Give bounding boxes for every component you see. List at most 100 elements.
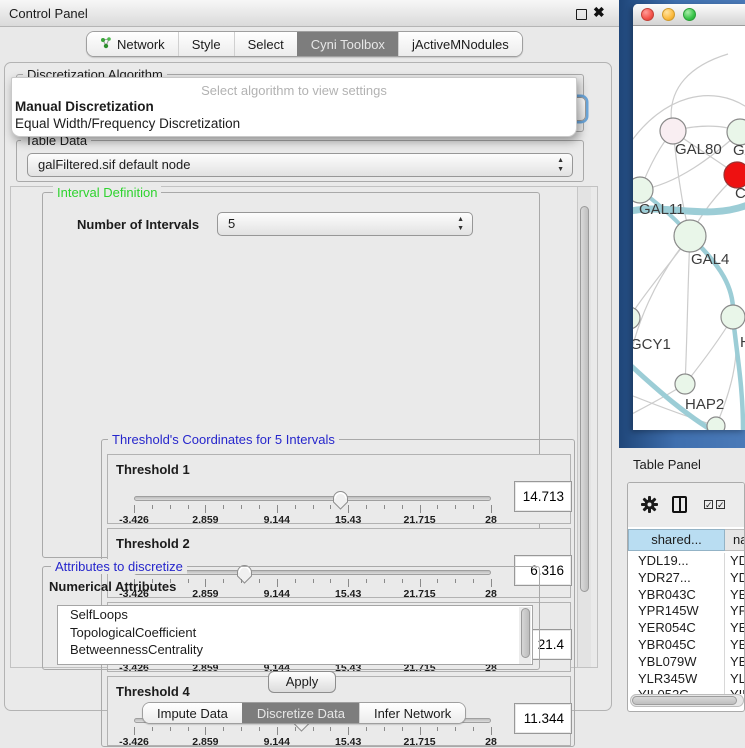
cell-name: YPR1 xyxy=(725,603,745,620)
cell-shared-name: YPR145W xyxy=(628,603,725,620)
minimize-traffic-light[interactable] xyxy=(662,8,675,21)
gear-icon[interactable] xyxy=(640,495,659,514)
node-label: H xyxy=(740,334,745,351)
interval-definition-title: Interval Definition xyxy=(53,185,161,200)
interval-definition-group: Interval Definition Number of Intervals … xyxy=(42,192,540,558)
numerical-attributes-label: Numerical Attributes xyxy=(49,579,176,594)
apply-button[interactable]: Apply xyxy=(268,671,336,693)
list-item-selfloops[interactable]: SelfLoops xyxy=(58,606,532,624)
algorithm-dropdown-popup: Select algorithm to view settings Manual… xyxy=(11,77,577,137)
show-columns-icon[interactable] xyxy=(672,496,687,513)
node-label: GCY1 xyxy=(633,336,671,353)
table-row[interactable]: YBR045CYBR0 xyxy=(628,637,745,654)
table-panel: Table Panel ✓ ✓ shared... xyxy=(619,448,745,745)
tab-cyni-toolbox[interactable]: Cyni Toolbox xyxy=(297,32,398,56)
scrollbar-thumb[interactable] xyxy=(521,608,530,658)
numerical-attributes-list[interactable]: SelfLoopsTopologicalCoefficientBetweenne… xyxy=(57,605,533,665)
node-label: GAL4 xyxy=(691,251,729,268)
table-row[interactable]: YDR27...YDR2 xyxy=(628,570,745,587)
slider-tick-labels: -3.4262.8599.14415.4321.71528 xyxy=(134,736,491,748)
table-row[interactable]: YIL052CYIL0 xyxy=(628,687,745,694)
node-label: GAL11 xyxy=(639,201,685,218)
node-label: C xyxy=(735,185,745,202)
algorithm-placeholder: Select algorithm to view settings xyxy=(12,78,576,98)
cell-name: YBR0 xyxy=(725,587,745,604)
control-panel-titlebar: Control Panel ✖ xyxy=(0,0,619,27)
tab-label: Discretize Data xyxy=(257,706,345,721)
cell-shared-name: YIL052C xyxy=(628,687,725,694)
list-vertical-scrollbar[interactable] xyxy=(519,607,531,665)
close-traffic-light[interactable] xyxy=(641,8,654,21)
table-row[interactable]: YPR145WYPR1 xyxy=(628,603,745,620)
node-table: ✓ ✓ shared... na YDL19...YDL1YDR27...YDR… xyxy=(627,482,745,712)
network-window-titlebar[interactable] xyxy=(633,4,745,26)
scrollbar-thumb[interactable] xyxy=(580,206,589,592)
tab-label: Infer Network xyxy=(374,706,451,721)
table-toolbar: ✓ ✓ xyxy=(628,483,745,527)
algorithm-options: Manual DiscretizationEqual Width/Frequen… xyxy=(12,98,576,132)
network-node-gal11[interactable] xyxy=(633,177,653,203)
table-data-group: Table Data galFiltered.sif default node … xyxy=(16,140,584,182)
table-row[interactable]: YLR345WYLR3 xyxy=(628,671,745,688)
checkbox-icon[interactable]: ✓ xyxy=(704,500,713,509)
number-of-intervals-combobox[interactable]: 5 ▲▼ xyxy=(217,212,473,236)
threshold-value-field[interactable] xyxy=(514,481,572,512)
slider-tick-labels: -3.4262.8599.14415.4321.71528 xyxy=(134,514,491,526)
table-row[interactable]: YER054CYER0 xyxy=(628,620,745,637)
close-icon[interactable]: ✖ xyxy=(593,4,605,21)
table-row[interactable]: YBR043CYBR0 xyxy=(628,587,745,604)
scrollbar-thumb[interactable] xyxy=(632,696,737,705)
threshold-value-field[interactable] xyxy=(514,703,572,734)
network-node[interactable] xyxy=(707,417,725,430)
table-data-value: galFiltered.sif default node xyxy=(38,157,190,172)
tab-network[interactable]: Network xyxy=(87,32,178,56)
cyni-bottom-tabs: Impute Data Discretize Data Infer Network xyxy=(142,702,466,724)
table-row[interactable]: YDL19...YDL1 xyxy=(628,553,745,570)
cell-shared-name: YDL19... xyxy=(628,553,725,570)
slider-track[interactable] xyxy=(134,496,491,501)
list-item-topologicalcoefficient[interactable]: TopologicalCoefficient xyxy=(58,624,532,642)
column-header-name[interactable]: na xyxy=(725,529,745,551)
cell-name: YDR2 xyxy=(725,570,745,587)
network-canvas[interactable]: GAL80GACGAL11GAL4GCY1HHAP2 xyxy=(633,26,745,430)
slider-ticks xyxy=(134,727,491,736)
combo-stepper-icon: ▲▼ xyxy=(457,215,464,233)
checkbox-icon[interactable]: ✓ xyxy=(716,500,725,509)
network-node-h[interactable] xyxy=(721,305,745,329)
algorithm-option-manual-discretization[interactable]: Manual Discretization xyxy=(12,98,576,115)
table-row[interactable]: YBL079WYBL0 xyxy=(628,654,745,671)
float-window-icon[interactable] xyxy=(576,9,587,20)
table-data-combobox[interactable]: galFiltered.sif default node ▲▼ xyxy=(27,153,573,177)
node-label: GA xyxy=(733,142,745,159)
column-header-shared-name[interactable]: shared... xyxy=(628,529,725,551)
node-label: GAL80 xyxy=(675,141,722,158)
tab-label: Network xyxy=(117,37,165,52)
network-icon xyxy=(100,37,112,52)
cell-name: YBR0 xyxy=(725,637,745,654)
control-panel-tabs: Network StyleSelectCyni ToolboxjActiveMNo… xyxy=(86,31,523,57)
tab-select[interactable]: Select xyxy=(234,32,297,56)
tab-label: Impute Data xyxy=(157,706,228,721)
network-node-hap2[interactable] xyxy=(675,374,695,394)
table-header: shared... na xyxy=(628,529,745,551)
tab-discretize-data[interactable]: Discretize Data xyxy=(242,703,359,723)
tab-impute-data[interactable]: Impute Data xyxy=(143,703,242,723)
tab-style[interactable]: Style xyxy=(178,32,234,56)
tab-jactivemnodules[interactable]: jActiveMNodules xyxy=(398,32,522,56)
algorithm-option-equal-width-frequency-discretization[interactable]: Equal Width/Frequency Discretization xyxy=(12,115,576,132)
tab-infer-network[interactable]: Infer Network xyxy=(359,703,465,723)
cell-shared-name: YBR043C xyxy=(628,587,725,604)
attributes-group-title: Attributes to discretize xyxy=(51,559,187,574)
settings-vertical-scrollbar[interactable] xyxy=(577,187,591,667)
table-horizontal-scrollbar[interactable] xyxy=(630,694,744,707)
threshold-row: Threshold 1 -3.4262.8599.14415.4321.7152… xyxy=(107,454,571,524)
zoom-traffic-light[interactable] xyxy=(683,8,696,21)
cell-name: YER0 xyxy=(725,620,745,637)
threshold-label: Threshold 1 xyxy=(116,462,190,477)
slider-ticks xyxy=(134,505,491,514)
network-node-gal4[interactable] xyxy=(674,220,706,252)
cell-name: YDL1 xyxy=(725,553,745,570)
cell-shared-name: YER054C xyxy=(628,620,725,637)
threshold-slider[interactable]: -3.4262.8599.14415.4321.71528 xyxy=(134,493,491,523)
list-item-betweennesscentrality[interactable]: BetweennessCentrality xyxy=(58,641,532,659)
